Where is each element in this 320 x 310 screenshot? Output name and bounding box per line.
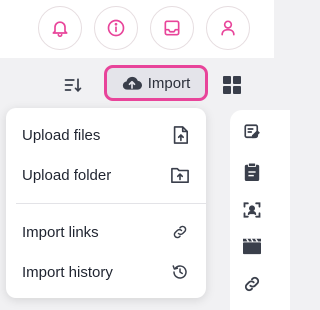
- menu-item-upload-folder[interactable]: Upload folder: [6, 155, 206, 195]
- profile-button[interactable]: [206, 6, 250, 50]
- clipboard-button[interactable]: [242, 162, 262, 182]
- import-menu: Upload files Upload folder Import links …: [6, 108, 206, 298]
- menu-item-label: Import links: [22, 223, 99, 241]
- menu-divider: [16, 203, 206, 204]
- menu-item-label: Upload folder: [22, 166, 112, 184]
- link-button[interactable]: [242, 274, 262, 294]
- clapperboard-button[interactable]: [242, 236, 262, 256]
- face-scan-button[interactable]: [242, 200, 262, 220]
- sort-icon: [64, 78, 82, 93]
- link-icon: [170, 222, 190, 242]
- notifications-button[interactable]: [38, 6, 82, 50]
- info-button[interactable]: [94, 6, 138, 50]
- grid-view-button[interactable]: [222, 75, 242, 95]
- edit-note-icon: [244, 124, 260, 139]
- bell-icon: [52, 21, 68, 38]
- sort-button[interactable]: [62, 74, 84, 96]
- edit-note-button[interactable]: [242, 122, 262, 142]
- menu-item-label: Upload files: [22, 126, 101, 144]
- cloud-upload-icon: [122, 76, 142, 90]
- inbox-button[interactable]: [150, 6, 194, 50]
- menu-item-import-history[interactable]: Import history: [6, 252, 206, 292]
- import-button[interactable]: Import: [104, 65, 208, 101]
- history-icon: [170, 262, 190, 282]
- top-bar: [0, 0, 274, 58]
- info-icon: [107, 19, 125, 37]
- inbox-icon: [164, 20, 180, 36]
- folder-upload-icon: [170, 165, 190, 185]
- grid-view-icon: [223, 76, 241, 94]
- user-icon: [221, 20, 235, 36]
- link-icon: [244, 276, 260, 292]
- menu-item-upload-files[interactable]: Upload files: [6, 115, 206, 155]
- clipboard-icon: [244, 162, 260, 181]
- face-scan-icon: [243, 202, 261, 218]
- menu-item-import-links[interactable]: Import links: [6, 212, 206, 252]
- toolbar: Import: [0, 58, 274, 110]
- menu-item-label: Import history: [22, 263, 113, 281]
- clapperboard-icon: [243, 238, 261, 255]
- file-upload-icon: [170, 125, 190, 145]
- side-panel: [230, 110, 290, 310]
- import-button-label: Import: [147, 74, 191, 92]
